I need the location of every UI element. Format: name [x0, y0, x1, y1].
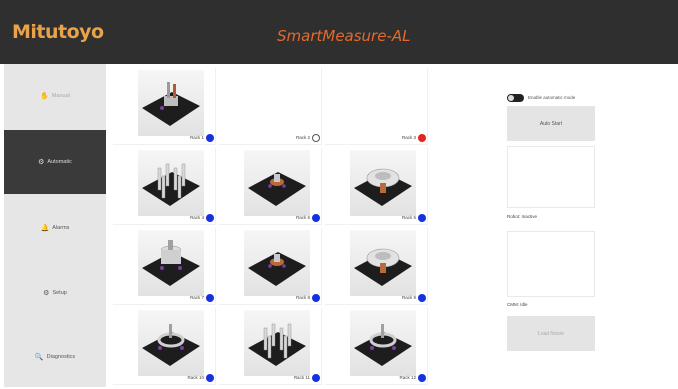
rack-label: Rack 12	[399, 375, 416, 380]
fixture-image	[248, 172, 306, 206]
rack-status-indicator	[312, 374, 320, 382]
auto-start-button[interactable]: Auto Start	[507, 106, 595, 141]
rack-label: Rack 10	[187, 375, 204, 380]
cmm-status-text: CMM: Idle	[507, 302, 528, 307]
rack-photo	[138, 70, 204, 136]
app-header: Mitutoyo SmartMeasure-AL	[0, 0, 678, 64]
rack-cell-5[interactable]: Rack 5	[219, 148, 322, 225]
load-fixture-button[interactable]: Load fixture	[507, 316, 595, 351]
rack-photo	[138, 230, 204, 296]
fixture-image	[142, 240, 200, 286]
rack-cell-10[interactable]: Rack 10	[113, 308, 216, 385]
sidebar-item-label: Diagnostics	[46, 354, 76, 360]
gear-icon: ⚙	[43, 290, 50, 297]
rack-cell-6[interactable]: Rack 6	[325, 148, 428, 225]
sidebar-item-label: Alarms	[52, 225, 70, 231]
sidebar-item-label: Setup	[52, 290, 67, 296]
rack-cell-7[interactable]: Rack 7	[113, 228, 216, 305]
rack-photo	[138, 310, 204, 376]
rack-photo	[244, 230, 310, 296]
fixture-image	[142, 324, 200, 366]
rack-label: Rack 11	[293, 375, 310, 380]
rack-label: Rack 1	[189, 135, 204, 140]
sidebar-item-alarms[interactable]: 🔔 Alarms	[4, 196, 106, 260]
robot-panel	[507, 146, 595, 208]
rack-photo	[350, 150, 416, 216]
sidebar-item-manual[interactable]: ✋ Manual	[4, 64, 106, 128]
rack-cell-12[interactable]: Rack 12	[325, 308, 428, 385]
rack-cell-11[interactable]: Rack 11	[219, 308, 322, 385]
rack-photo	[350, 230, 416, 296]
rack-status-indicator	[418, 294, 426, 302]
fixture-image	[248, 252, 306, 286]
rack-label: Rack 6	[401, 215, 416, 220]
sidebar-item-setup[interactable]: ⚙ Setup	[4, 261, 106, 325]
robot-status-text: Robot: Inactive	[507, 214, 538, 219]
magnifier-icon: 🔍	[34, 354, 44, 361]
rack-label: Rack 9	[401, 295, 416, 300]
hand-icon: ✋	[40, 93, 49, 100]
rack-status-indicator	[312, 294, 320, 302]
rack-cell-3[interactable]: Rack 3	[325, 68, 428, 145]
fixture-image	[142, 82, 200, 126]
sidebar-item-label: Manual	[51, 93, 70, 99]
rack-photo	[244, 150, 310, 216]
rack-cell-9[interactable]: Rack 9	[325, 228, 428, 305]
rack-label: Rack 2	[295, 135, 310, 140]
rack-status-indicator	[418, 214, 426, 222]
fixture-plate	[142, 172, 200, 206]
sidebar-item-automatic[interactable]: ⚙ Automatic	[4, 130, 106, 194]
rack-cell-1[interactable]: Rack 1	[113, 68, 216, 145]
rack-status-indicator	[206, 134, 214, 142]
rack-label: Rack 3	[401, 135, 416, 140]
sidebar: ✋ Manual ⚙ Automatic 🔔 Alarms ⚙ Setup 🔍 …	[4, 64, 106, 387]
rack-status-indicator	[312, 134, 320, 142]
fixture-image	[354, 324, 412, 366]
rack-cell-2[interactable]: Rack 2	[219, 68, 322, 145]
rack-status-indicator	[206, 294, 214, 302]
sidebar-item-label: Automatic	[47, 159, 72, 165]
rack-cell-4[interactable]: Rack 4	[113, 148, 216, 225]
toggle-label: Enable automatic mode	[528, 95, 576, 100]
automatic-mode-toggle[interactable]	[507, 94, 524, 102]
rack-status-indicator	[418, 374, 426, 382]
fixture-plate	[248, 332, 306, 366]
rack-photo	[350, 310, 416, 376]
rack-photo	[244, 310, 310, 376]
brand-logo: Mitutoyo	[12, 21, 104, 43]
rack-label: Rack 4	[189, 215, 204, 220]
fixture-image	[354, 168, 412, 206]
rack-cell-8[interactable]: Rack 8	[219, 228, 322, 305]
rack-photo	[138, 150, 204, 216]
fixture-image	[354, 248, 412, 286]
rack-photo	[350, 70, 416, 136]
rack-label: Rack 5	[295, 215, 310, 220]
fixture-image	[142, 163, 200, 206]
rack-status-indicator	[418, 134, 426, 142]
robot-icon: ⚙	[38, 159, 45, 166]
fixture-image	[248, 323, 306, 366]
bell-icon: 🔔	[40, 225, 50, 232]
rack-photo	[244, 70, 310, 136]
rack-status-indicator	[206, 214, 214, 222]
cmm-panel	[507, 231, 595, 297]
rack-status-indicator	[206, 374, 214, 382]
app-title: SmartMeasure-AL	[277, 27, 411, 45]
rack-label: Rack 8	[295, 295, 310, 300]
rack-label: Rack 7	[189, 295, 204, 300]
rack-status-indicator	[312, 214, 320, 222]
sidebar-item-diagnostics[interactable]: 🔍 Diagnostics	[4, 325, 106, 389]
